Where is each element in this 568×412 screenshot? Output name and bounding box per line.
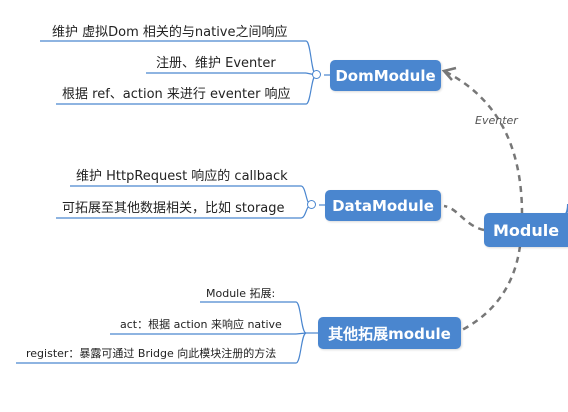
other-leaf-1: Module 拓展: [206,287,276,300]
module-root-node[interactable]: Module [484,213,568,247]
dom-leaf-1: 维护 虚拟Dom 相关的与native之间响应 [52,25,288,40]
other-leaf-2: act：根据 action 来响应 native [120,318,282,331]
other-module-node[interactable]: 其他拓展module [318,317,461,349]
data-connector [443,204,485,232]
other-connector [461,245,522,332]
data-module-node[interactable]: DataModule [325,190,441,221]
eventer-edge-label: Eventer [475,114,518,127]
data-leaf-1: 维护 HttpRequest 响应的 callback [76,169,288,184]
data-leaf-2: 可拓展至其他数据相关，比如 storage [62,201,285,216]
dom-collapse-toggle[interactable] [312,70,321,79]
dom-leaf-3: 根据 ref、action 来进行 eventer 响应 [62,87,291,102]
eventer-connector [445,70,524,215]
dom-module-node[interactable]: DomModule [330,60,441,91]
data-collapse-toggle[interactable] [307,200,316,209]
other-leaf-3: register：暴露可通过 Bridge 向此模块注册的方法 [26,347,277,360]
dom-leaf-2: 注册、维护 Eventer [156,56,276,71]
